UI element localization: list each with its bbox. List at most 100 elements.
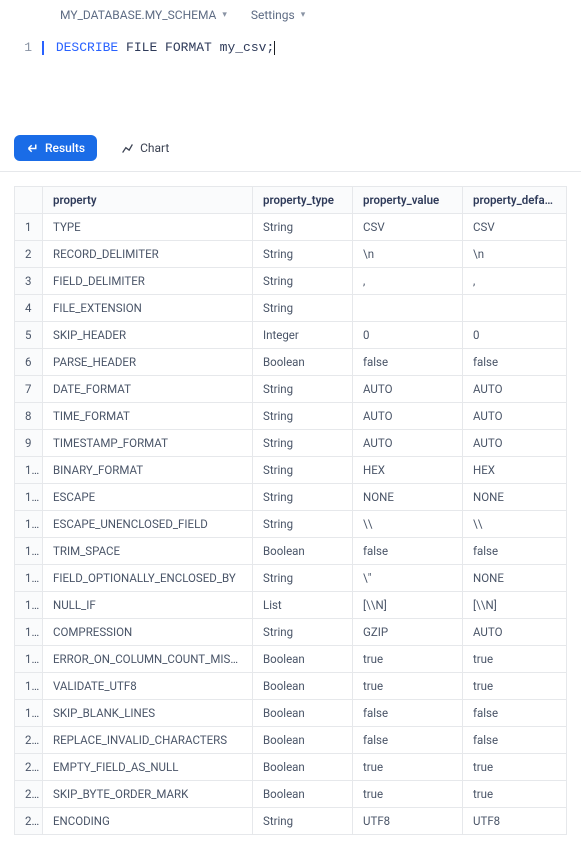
table-cell[interactable]: ERROR_ON_COLUMN_COUNT_MISMATCH (43, 646, 253, 673)
table-cell[interactable]: String (253, 457, 353, 484)
table-cell[interactable]: Boolean (253, 781, 353, 808)
table-cell[interactable]: false (353, 700, 463, 727)
table-cell[interactable]: AUTO (353, 376, 463, 403)
table-cell[interactable]: Boolean (253, 700, 353, 727)
table-cell[interactable]: \n (463, 241, 567, 268)
table-cell[interactable]: VALIDATE_UTF8 (43, 673, 253, 700)
table-cell[interactable]: RECORD_DELIMITER (43, 241, 253, 268)
table-cell[interactable]: true (463, 754, 567, 781)
table-cell[interactable]: [\\N] (463, 592, 567, 619)
table-cell[interactable]: HEX (353, 457, 463, 484)
table-cell[interactable]: String (253, 565, 353, 592)
chart-tab[interactable]: Chart (111, 135, 179, 161)
table-cell[interactable]: TRIM_SPACE (43, 538, 253, 565)
table-row[interactable]: 19SKIP_BLANK_LINESBooleanfalsefalse (15, 700, 567, 727)
table-row[interactable]: 17ERROR_ON_COLUMN_COUNT_MISMATCHBooleant… (15, 646, 567, 673)
table-row[interactable]: 20REPLACE_INVALID_CHARACTERSBooleanfalse… (15, 727, 567, 754)
table-cell[interactable]: 0 (353, 322, 463, 349)
table-row[interactable]: 4FILE_EXTENSIONString (15, 295, 567, 322)
table-cell[interactable]: AUTO (463, 430, 567, 457)
table-row[interactable]: 18VALIDATE_UTF8Booleantruetrue (15, 673, 567, 700)
table-cell[interactable]: NONE (463, 484, 567, 511)
table-cell[interactable]: List (253, 592, 353, 619)
table-cell[interactable]: ESCAPE (43, 484, 253, 511)
table-cell[interactable]: EMPTY_FIELD_AS_NULL (43, 754, 253, 781)
table-cell[interactable]: false (463, 727, 567, 754)
table-cell[interactable]: , (353, 268, 463, 295)
table-cell[interactable]: String (253, 511, 353, 538)
table-cell[interactable]: ESCAPE_UNENCLOSED_FIELD (43, 511, 253, 538)
table-row[interactable]: 1TYPEStringCSVCSV (15, 214, 567, 241)
table-cell[interactable]: GZIP (353, 619, 463, 646)
table-cell[interactable]: \" (353, 565, 463, 592)
table-cell[interactable]: Boolean (253, 673, 353, 700)
table-cell[interactable]: false (463, 349, 567, 376)
table-cell[interactable]: String (253, 268, 353, 295)
table-cell[interactable]: false (353, 349, 463, 376)
table-cell[interactable]: TIME_FORMAT (43, 403, 253, 430)
table-cell[interactable]: UTF8 (353, 808, 463, 835)
table-cell[interactable]: NONE (353, 484, 463, 511)
table-cell[interactable]: String (253, 295, 353, 322)
table-row[interactable]: 2RECORD_DELIMITERString\n\n (15, 241, 567, 268)
table-row[interactable]: 5SKIP_HEADERInteger00 (15, 322, 567, 349)
table-cell[interactable]: true (463, 781, 567, 808)
table-row[interactable]: 21EMPTY_FIELD_AS_NULLBooleantruetrue (15, 754, 567, 781)
table-cell[interactable]: COMPRESSION (43, 619, 253, 646)
table-cell[interactable]: HEX (463, 457, 567, 484)
table-cell[interactable]: AUTO (463, 619, 567, 646)
table-cell[interactable]: TYPE (43, 214, 253, 241)
table-cell[interactable]: SKIP_BYTE_ORDER_MARK (43, 781, 253, 808)
table-row[interactable]: 10BINARY_FORMATStringHEXHEX (15, 457, 567, 484)
table-cell[interactable]: false (353, 538, 463, 565)
table-cell[interactable]: AUTO (463, 376, 567, 403)
table-cell[interactable]: false (353, 727, 463, 754)
table-cell[interactable]: FILE_EXTENSION (43, 295, 253, 322)
table-cell[interactable]: 0 (463, 322, 567, 349)
table-row[interactable]: 13TRIM_SPACEBooleanfalsefalse (15, 538, 567, 565)
table-cell[interactable]: FIELD_DELIMITER (43, 268, 253, 295)
table-cell[interactable]: PARSE_HEADER (43, 349, 253, 376)
col-header-property[interactable]: property (43, 187, 253, 214)
table-cell[interactable]: true (463, 646, 567, 673)
table-cell[interactable]: String (253, 376, 353, 403)
table-cell[interactable]: , (463, 268, 567, 295)
table-cell[interactable]: String (253, 619, 353, 646)
table-cell[interactable]: CSV (353, 214, 463, 241)
table-row[interactable]: 22SKIP_BYTE_ORDER_MARKBooleantruetrue (15, 781, 567, 808)
table-cell[interactable]: \\ (463, 511, 567, 538)
table-cell[interactable]: AUTO (353, 403, 463, 430)
table-row[interactable]: 3FIELD_DELIMITERString,, (15, 268, 567, 295)
table-cell[interactable]: AUTO (463, 403, 567, 430)
table-cell[interactable]: \n (353, 241, 463, 268)
table-cell[interactable]: [\\N] (353, 592, 463, 619)
table-cell[interactable]: UTF8 (463, 808, 567, 835)
table-cell[interactable]: Boolean (253, 538, 353, 565)
table-cell[interactable]: Boolean (253, 727, 353, 754)
table-cell[interactable]: String (253, 403, 353, 430)
code-line[interactable]: DESCRIBE FILE FORMAT my_csv; (42, 38, 569, 57)
table-cell[interactable]: Boolean (253, 349, 353, 376)
table-cell[interactable] (353, 295, 463, 322)
table-cell[interactable]: AUTO (353, 430, 463, 457)
table-cell[interactable]: DATE_FORMAT (43, 376, 253, 403)
table-cell[interactable]: true (353, 673, 463, 700)
table-cell[interactable]: true (353, 754, 463, 781)
results-tab[interactable]: Results (14, 135, 97, 161)
table-row[interactable]: 12ESCAPE_UNENCLOSED_FIELDString\\\\ (15, 511, 567, 538)
table-cell[interactable]: String (253, 214, 353, 241)
table-row[interactable]: 8TIME_FORMATStringAUTOAUTO (15, 403, 567, 430)
table-cell[interactable]: TIMESTAMP_FORMAT (43, 430, 253, 457)
table-cell[interactable]: BINARY_FORMAT (43, 457, 253, 484)
col-header-property-value[interactable]: property_value (353, 187, 463, 214)
table-cell[interactable]: NONE (463, 565, 567, 592)
table-row[interactable]: 7DATE_FORMATStringAUTOAUTO (15, 376, 567, 403)
table-row[interactable]: 6PARSE_HEADERBooleanfalsefalse (15, 349, 567, 376)
table-cell[interactable]: SKIP_HEADER (43, 322, 253, 349)
col-header-property-default[interactable]: property_default (463, 187, 567, 214)
table-cell[interactable]: false (463, 700, 567, 727)
table-cell[interactable]: true (353, 646, 463, 673)
table-cell[interactable]: String (253, 241, 353, 268)
table-row[interactable]: 9TIMESTAMP_FORMATStringAUTOAUTO (15, 430, 567, 457)
sql-editor[interactable]: 1 DESCRIBE FILE FORMAT my_csv; (0, 30, 581, 65)
